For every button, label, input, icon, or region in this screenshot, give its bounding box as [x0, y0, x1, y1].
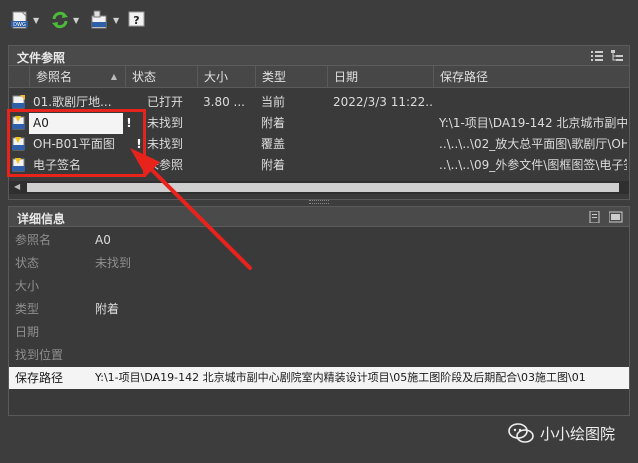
svg-text:DWG: DWG — [13, 22, 26, 28]
change-path-button[interactable]: ▼ — [90, 9, 119, 31]
detail-value[interactable]: Y:\1-项目\DA19-142 北京城市副中心剧院室内精装设计项目\05施工图… — [95, 367, 625, 389]
ref-path: ..\..\..\09_外参文件\图框图签\电子签 — [439, 158, 627, 172]
change-path-icon — [91, 10, 107, 29]
toolbar: DWG ▼ ▼ ▼ ? — [0, 0, 638, 40]
help-icon: ? — [128, 11, 145, 27]
ref-size — [203, 134, 253, 155]
detail-value[interactable]: A0 — [95, 229, 625, 251]
annotation-highlight-box — [7, 109, 146, 177]
file-references-title: 文件参照 — [17, 51, 66, 65]
ref-type: 覆盖 — [261, 137, 286, 151]
column-header-name[interactable]: 参照名 ▲ — [29, 66, 125, 88]
detail-row-size: 大小 — [9, 275, 629, 297]
horizontal-scrollbar[interactable]: ◀ — [9, 181, 629, 194]
ref-date: 2022/3/3 11:22... — [333, 95, 433, 109]
ref-type: 附着 — [261, 158, 286, 172]
detail-row-status: 状态 未找到 — [9, 252, 629, 274]
dwg-attach-icon: DWG — [11, 11, 28, 29]
ref-date — [333, 155, 433, 176]
details-header: 详细信息 — [9, 207, 629, 227]
chevron-down-icon[interactable]: ▼ — [113, 16, 119, 25]
splitter-grip[interactable] — [309, 200, 329, 204]
detail-row-date: 日期 — [9, 321, 629, 343]
column-header-date[interactable]: 日期 — [327, 66, 433, 88]
ref-date — [333, 113, 433, 134]
watermark-text: 小小绘图院 — [540, 424, 616, 443]
help-button[interactable]: ? — [128, 9, 146, 31]
detail-label: 保存路径 — [15, 371, 64, 385]
scrollbar-thumb[interactable] — [27, 183, 619, 192]
chevron-down-icon[interactable]: ▼ — [73, 16, 79, 25]
ref-path: Y:\1-项目\DA19-142 北京城市副中 — [439, 116, 627, 130]
column-header-label: 参照名 — [36, 70, 73, 84]
column-header-label: 状态 — [132, 70, 157, 84]
detail-row-ref-name: 参照名 A0 — [9, 229, 629, 251]
ref-date — [333, 134, 433, 155]
detail-label: 状态 — [15, 256, 40, 270]
tree-view-icon[interactable] — [611, 50, 623, 62]
detail-value[interactable]: 附着 — [95, 298, 625, 320]
column-header-row: 参照名 ▲ 状态 大小 类型 日期 保存路径 — [9, 66, 629, 88]
ref-path — [439, 92, 627, 113]
list-view-icon[interactable] — [591, 50, 603, 62]
detail-label: 大小 — [15, 279, 40, 293]
column-header-status[interactable]: 状态 — [125, 66, 197, 88]
detail-label: 日期 — [15, 325, 40, 339]
detail-label: 找到位置 — [15, 348, 64, 362]
file-references-header: 文件参照 — [9, 46, 629, 66]
column-header-label: 保存路径 — [440, 70, 489, 84]
column-header-path[interactable]: 保存路径 — [433, 66, 629, 88]
detail-row-saved-path[interactable]: 保存路径 Y:\1-项目\DA19-142 北京城市副中心剧院室内精装设计项目\… — [9, 367, 629, 389]
svg-text:?: ? — [133, 14, 139, 27]
refresh-button[interactable]: ▼ — [50, 9, 79, 31]
detail-label: 参照名 — [15, 233, 52, 247]
column-header-label: 日期 — [334, 70, 359, 84]
detail-label: 类型 — [15, 302, 40, 316]
details-panel: 详细信息 参照名 A0 状态 未找到 大小 类型 附着 日期 找到位置 保存路径… — [8, 206, 630, 416]
ref-type: 附着 — [261, 116, 286, 130]
column-header-size[interactable]: 大小 — [197, 66, 255, 88]
sort-ascending-icon: ▲ — [110, 72, 117, 81]
ref-size — [203, 155, 253, 176]
ref-status: 已打开 — [147, 95, 184, 109]
details-title: 详细信息 — [17, 212, 66, 226]
ref-size: 3.80 ... — [203, 95, 245, 109]
ref-status: 未参照 — [147, 158, 184, 172]
chevron-down-icon[interactable]: ▼ — [33, 16, 39, 25]
ref-path: ..\..\..\02_放大总平面图\歌剧厅\OH — [439, 137, 627, 151]
attach-dwg-button[interactable]: DWG ▼ — [10, 9, 39, 31]
detail-row-found-at: 找到位置 — [9, 344, 629, 366]
detail-value: 未找到 — [95, 256, 132, 270]
icon-column-header — [9, 66, 29, 88]
dwg-current-icon — [12, 95, 25, 109]
column-header-type[interactable]: 类型 — [255, 66, 327, 88]
watermark: 小小绘图院 — [508, 422, 615, 444]
wechat-icon — [508, 423, 534, 443]
ref-size — [203, 113, 253, 134]
details-view-icon[interactable] — [589, 211, 601, 223]
column-header-label: 大小 — [204, 70, 229, 84]
refresh-icon — [52, 11, 68, 29]
ref-status: 未找到 — [147, 116, 184, 130]
column-header-label: 类型 — [262, 70, 287, 84]
ref-status: 未找到 — [147, 137, 184, 151]
ref-type: 当前 — [261, 95, 286, 109]
scroll-left-icon[interactable]: ◀ — [14, 182, 20, 191]
preview-icon[interactable] — [609, 211, 623, 223]
detail-row-type: 类型 附着 — [9, 298, 629, 320]
